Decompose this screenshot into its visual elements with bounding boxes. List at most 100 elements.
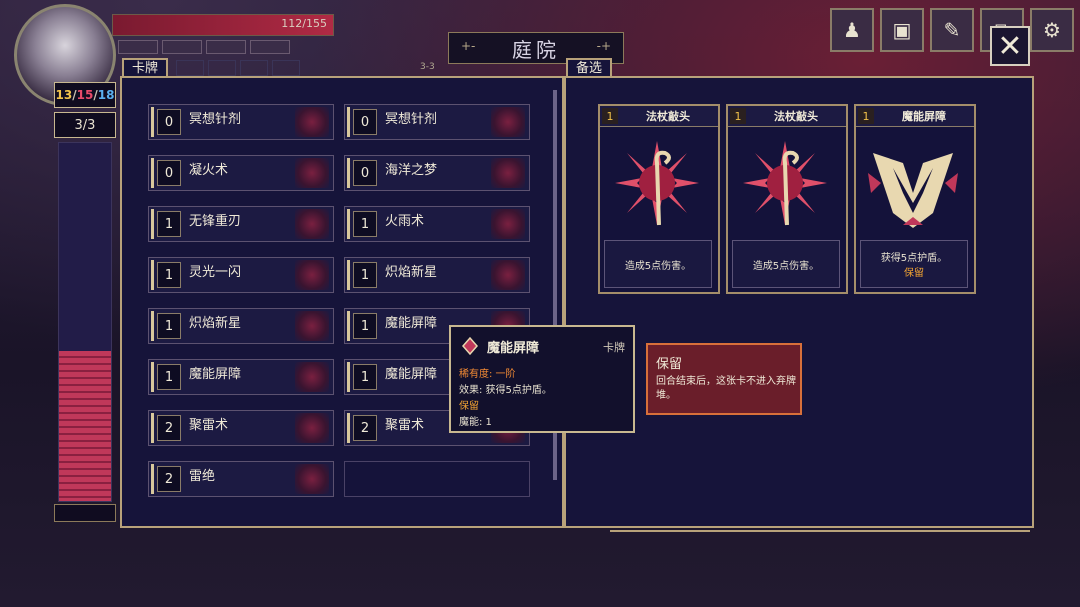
card-art-icon [295, 158, 329, 188]
card-cost: 1 [157, 364, 181, 390]
tab-slot[interactable] [208, 60, 236, 76]
pick-card-title: 魔能屏障 [902, 110, 946, 123]
deck-card[interactable]: 2 聚雷术 [148, 410, 334, 446]
deck-card[interactable]: 2 雷绝 [148, 461, 334, 497]
status-slot[interactable] [162, 40, 202, 54]
card-cost: 1 [353, 211, 377, 237]
card-edge [347, 209, 350, 239]
card-edge [347, 311, 350, 341]
card-cost: 2 [157, 466, 181, 492]
frame-divider [610, 530, 1030, 532]
pick-card[interactable]: 1 魔能屏障 获得5点护盾。 保留 [854, 104, 976, 294]
card-cost: 1 [353, 262, 377, 288]
card-art-icon [295, 464, 329, 494]
energy-gauge [58, 142, 112, 502]
card-art-icon [491, 158, 525, 188]
card-edge [347, 413, 350, 443]
staff-art-icon [732, 130, 838, 236]
card-name: 灵光一闪 [189, 264, 242, 280]
pick-card-header: 1 法杖敲头 [600, 106, 718, 127]
tab-pick[interactable]: 备选 [566, 58, 613, 78]
card-edge [347, 362, 350, 392]
keyword-tooltip: 保留 回合结束后，这张卡不进入弃牌堆。 [646, 343, 802, 415]
deck-card[interactable]: 0 海洋之梦 [344, 155, 530, 191]
deck-card[interactable]: 0 凝火术 [148, 155, 334, 191]
deck-stats-panel: 13/15/18 3/3 [50, 76, 120, 524]
card-edge [151, 413, 154, 443]
card-edge [151, 464, 154, 494]
card-type-icon [462, 337, 478, 355]
tooltip-title: 魔能屏障 [487, 341, 540, 356]
deck-card[interactable]: 0 冥想针剂 [344, 104, 530, 140]
card-edge [151, 209, 154, 239]
card-edge [151, 107, 154, 137]
pick-card-cost: 1 [602, 108, 618, 124]
gear-icon[interactable]: ⚙ [1030, 8, 1074, 52]
tab-slot[interactable] [272, 60, 300, 76]
keyword-description: 回合结束后，这张卡不进入弃牌堆。 [656, 376, 796, 401]
card-name: 魔能屏障 [189, 366, 242, 382]
page-indicator: 3-3 [420, 62, 435, 72]
pick-card[interactable]: 1 法杖敲头 造成5点伤害。 [598, 104, 720, 294]
card-cost: 1 [157, 262, 181, 288]
deck-card[interactable]: 1 无锋重刃 [148, 206, 334, 242]
deck-card[interactable]: 1 炽焰新星 [148, 308, 334, 344]
tooltip-rarity: 稀有度: 一阶 [459, 369, 516, 380]
card-cost: 0 [157, 160, 181, 186]
card-edge [347, 260, 350, 290]
energy-gauge-fill [59, 350, 111, 501]
card-edge [151, 158, 154, 188]
card-name: 炽焰新星 [385, 264, 438, 280]
card-edge [151, 311, 154, 341]
pick-card-cost: 1 [730, 108, 746, 124]
card-edge [151, 362, 154, 392]
card-art-icon [295, 107, 329, 137]
tab-slot[interactable] [176, 60, 204, 76]
backpack-icon[interactable]: ▣ [880, 8, 924, 52]
card-cost: 2 [157, 415, 181, 441]
card-art-icon [491, 107, 525, 137]
status-slot[interactable] [118, 40, 158, 54]
page-title: 庭院 [512, 37, 560, 62]
card-art-icon [295, 209, 329, 239]
card-edge [347, 107, 350, 137]
card-name: 聚雷术 [189, 417, 229, 433]
card-name: 凝火术 [189, 162, 229, 178]
card-edge [151, 260, 154, 290]
card-name: 炽焰新星 [189, 315, 242, 331]
tab-deck[interactable]: 卡牌 [122, 58, 169, 78]
pick-card-title: 法杖敲头 [774, 110, 818, 123]
count-a: 13 [55, 88, 73, 102]
staff-art-icon [604, 130, 710, 236]
card-tooltip: 魔能屏障 卡牌 稀有度: 一阶 效果: 获得5点护盾。 保留 魔能: 1 [449, 325, 635, 433]
empty-card-slot [344, 461, 530, 497]
pick-card-title: 法杖敲头 [646, 110, 690, 123]
notebook-icon[interactable]: ✎ [930, 8, 974, 52]
pick-card-cost: 1 [858, 108, 874, 124]
deck-card[interactable]: 0 冥想针剂 [148, 104, 334, 140]
card-art-icon [295, 311, 329, 341]
deck-card[interactable]: 1 炽焰新星 [344, 257, 530, 293]
title-ornament-left: +- [461, 39, 476, 53]
tab-slot[interactable] [240, 60, 268, 76]
tooltip-energy: 魔能: 1 [459, 417, 492, 428]
title-ornament-right: -+ [596, 39, 611, 53]
deck-card[interactable]: 1 灵光一闪 [148, 257, 334, 293]
character-icon[interactable]: ♟ [830, 8, 874, 52]
card-art-icon [491, 260, 525, 290]
tooltip-keep: 保留 [459, 401, 479, 412]
pick-card[interactable]: 1 法杖敲头 造成5点伤害。 [726, 104, 848, 294]
deck-card[interactable]: 1 火雨术 [344, 206, 530, 242]
card-name: 火雨术 [385, 213, 425, 229]
count-c: 18 [97, 88, 115, 102]
keyword-title: 保留 [656, 357, 683, 372]
status-slot[interactable] [206, 40, 246, 54]
deck-card[interactable]: 1 魔能屏障 [148, 359, 334, 395]
status-slot[interactable] [250, 40, 290, 54]
barrier-art-icon [860, 130, 966, 236]
card-name: 海洋之梦 [385, 162, 438, 178]
close-button[interactable]: ✕ [990, 26, 1030, 66]
pick-counter: 3/3 [54, 112, 116, 138]
status-effects-row [118, 40, 290, 54]
gauge-base [54, 504, 116, 522]
